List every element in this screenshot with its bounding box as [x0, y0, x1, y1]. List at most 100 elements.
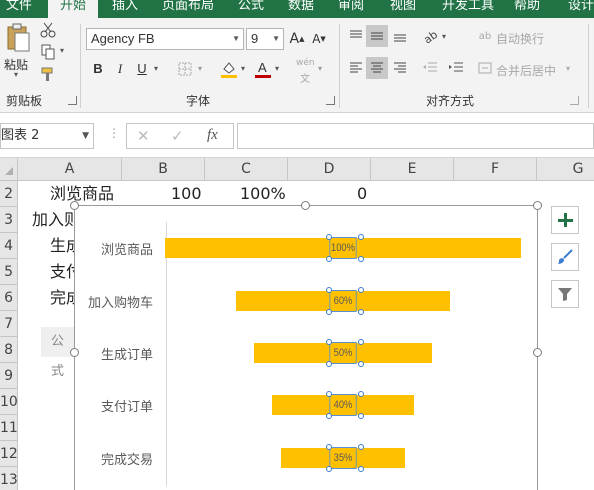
increase-indent-icon[interactable]: [446, 58, 466, 78]
formula-buttons: ✕ ✓ fx: [126, 123, 234, 149]
cut-icon[interactable]: [38, 20, 58, 40]
font-size-select[interactable]: 9 ▼: [246, 28, 284, 50]
decrease-font-size-icon[interactable]: A ▼: [310, 29, 328, 49]
border-icon[interactable]: [174, 59, 196, 79]
orientation-icon[interactable]: ab: [420, 26, 440, 46]
row-header[interactable]: 11: [0, 415, 18, 441]
clipboard-launcher-icon[interactable]: [68, 96, 77, 105]
tab-review[interactable]: 审阅: [338, 0, 364, 13]
filter-icon: [558, 288, 572, 301]
paste-dropdown-icon[interactable]: ▾: [14, 70, 18, 79]
chevron-down-icon: ▼: [232, 34, 240, 43]
merge-center-button[interactable]: 合并后居中: [496, 62, 556, 79]
formula-input[interactable]: [237, 123, 594, 149]
column-header[interactable]: C: [205, 158, 288, 181]
plus-icon: [558, 213, 573, 227]
resize-handle[interactable]: [533, 348, 542, 357]
cell-b2[interactable]: 100: [171, 181, 202, 207]
column-header[interactable]: A: [18, 158, 122, 181]
row-header[interactable]: 12: [0, 441, 18, 467]
cancel-icon[interactable]: ✕: [137, 127, 150, 145]
resize-handle[interactable]: [70, 348, 79, 357]
align-center-icon[interactable]: [366, 57, 388, 79]
tab-design[interactable]: 设计: [568, 0, 594, 13]
underline-button[interactable]: U: [132, 59, 152, 79]
cell-c2[interactable]: 100%: [240, 181, 286, 207]
align-bottom-icon[interactable]: [390, 26, 410, 46]
group-divider: [80, 24, 81, 108]
merge-dropdown-icon[interactable]: ▾: [566, 64, 570, 73]
tab-help[interactable]: 帮助: [514, 0, 540, 13]
tab-page-layout[interactable]: 页面布局: [162, 0, 214, 13]
alignment-launcher-icon[interactable]: [570, 96, 579, 105]
fill-color-icon[interactable]: [218, 58, 240, 80]
name-box[interactable]: 图表 2 ▼: [0, 123, 94, 149]
row-header[interactable]: 7: [0, 311, 18, 337]
cell-a3[interactable]: 加入则: [32, 207, 80, 233]
group-divider: [588, 24, 589, 108]
row-header[interactable]: 8: [0, 337, 18, 363]
column-header[interactable]: E: [371, 158, 454, 181]
increase-font-size-icon[interactable]: A ▲: [288, 29, 306, 49]
phonetic-dropdown-icon[interactable]: ▾: [318, 64, 322, 73]
tab-data[interactable]: 数据: [288, 0, 314, 13]
fill-color-dropdown-icon[interactable]: ▾: [241, 64, 245, 73]
phonetic-icon[interactable]: wén: [296, 58, 315, 68]
brush-icon: [558, 249, 573, 264]
row-header[interactable]: 13: [0, 467, 18, 490]
tab-developer[interactable]: 开发工具: [442, 0, 494, 13]
font-name-select[interactable]: Agency FB ▼: [86, 28, 244, 50]
row-header[interactable]: 3: [0, 207, 18, 233]
align-right-icon[interactable]: [390, 58, 410, 78]
font-color-icon[interactable]: A: [252, 58, 274, 80]
row-header[interactable]: 4: [0, 233, 18, 259]
tab-home[interactable]: 开始: [48, 0, 99, 18]
cell-d2[interactable]: 0: [357, 181, 367, 207]
row-header[interactable]: 9: [0, 363, 18, 389]
orientation-dropdown-icon[interactable]: ▾: [442, 32, 446, 41]
align-top-icon[interactable]: [346, 26, 366, 46]
underline-dropdown-icon[interactable]: ▾: [154, 64, 158, 73]
resize-handle[interactable]: [70, 201, 79, 210]
wrap-text-button[interactable]: 自动换行: [496, 30, 544, 47]
italic-button[interactable]: I: [110, 59, 130, 79]
cell-a2[interactable]: 浏览商品: [50, 181, 114, 207]
border-dropdown-icon[interactable]: ▾: [198, 64, 202, 73]
tab-formulas[interactable]: 公式: [238, 0, 264, 13]
row-header[interactable]: 6: [0, 285, 18, 311]
column-header[interactable]: F: [454, 158, 537, 181]
paste-icon[interactable]: [4, 22, 32, 54]
select-all-corner[interactable]: [0, 158, 18, 181]
copy-icon[interactable]: [38, 42, 58, 62]
chart-styles-button[interactable]: [551, 243, 579, 271]
row-header[interactable]: 10: [0, 389, 18, 415]
funnel-chart[interactable]: [74, 205, 538, 490]
font-color-dropdown-icon[interactable]: ▾: [275, 64, 279, 73]
clipboard-group-label: 剪贴板: [6, 94, 43, 108]
font-group-label: 字体: [186, 94, 211, 108]
merge-center-icon[interactable]: [476, 58, 494, 78]
insert-function-icon[interactable]: fx: [207, 127, 218, 144]
enter-icon[interactable]: ✓: [171, 127, 184, 145]
font-launcher-icon[interactable]: [326, 96, 335, 105]
resize-handle[interactable]: [533, 201, 542, 210]
chart-elements-button[interactable]: [551, 206, 579, 234]
decrease-indent-icon[interactable]: [420, 58, 440, 78]
align-left-icon[interactable]: [346, 58, 366, 78]
resize-handle[interactable]: [301, 201, 310, 210]
tab-file[interactable]: 文件: [6, 0, 32, 13]
tab-insert[interactable]: 插入: [112, 0, 138, 13]
tab-view[interactable]: 视图: [390, 0, 416, 13]
chart-filters-button[interactable]: [551, 280, 579, 308]
wrap-text-icon[interactable]: ab: [476, 26, 494, 46]
formula-bar-splitter-icon[interactable]: ⋮: [108, 126, 120, 140]
align-middle-icon[interactable]: [366, 25, 388, 47]
format-painter-icon[interactable]: [38, 64, 58, 84]
row-header[interactable]: 2: [0, 181, 18, 207]
column-header[interactable]: G: [537, 158, 594, 181]
column-header[interactable]: B: [122, 158, 205, 181]
column-header[interactable]: D: [288, 158, 371, 181]
copy-dropdown-icon[interactable]: ▾: [60, 46, 64, 55]
row-header[interactable]: 5: [0, 259, 18, 285]
bold-button[interactable]: B: [88, 59, 108, 79]
